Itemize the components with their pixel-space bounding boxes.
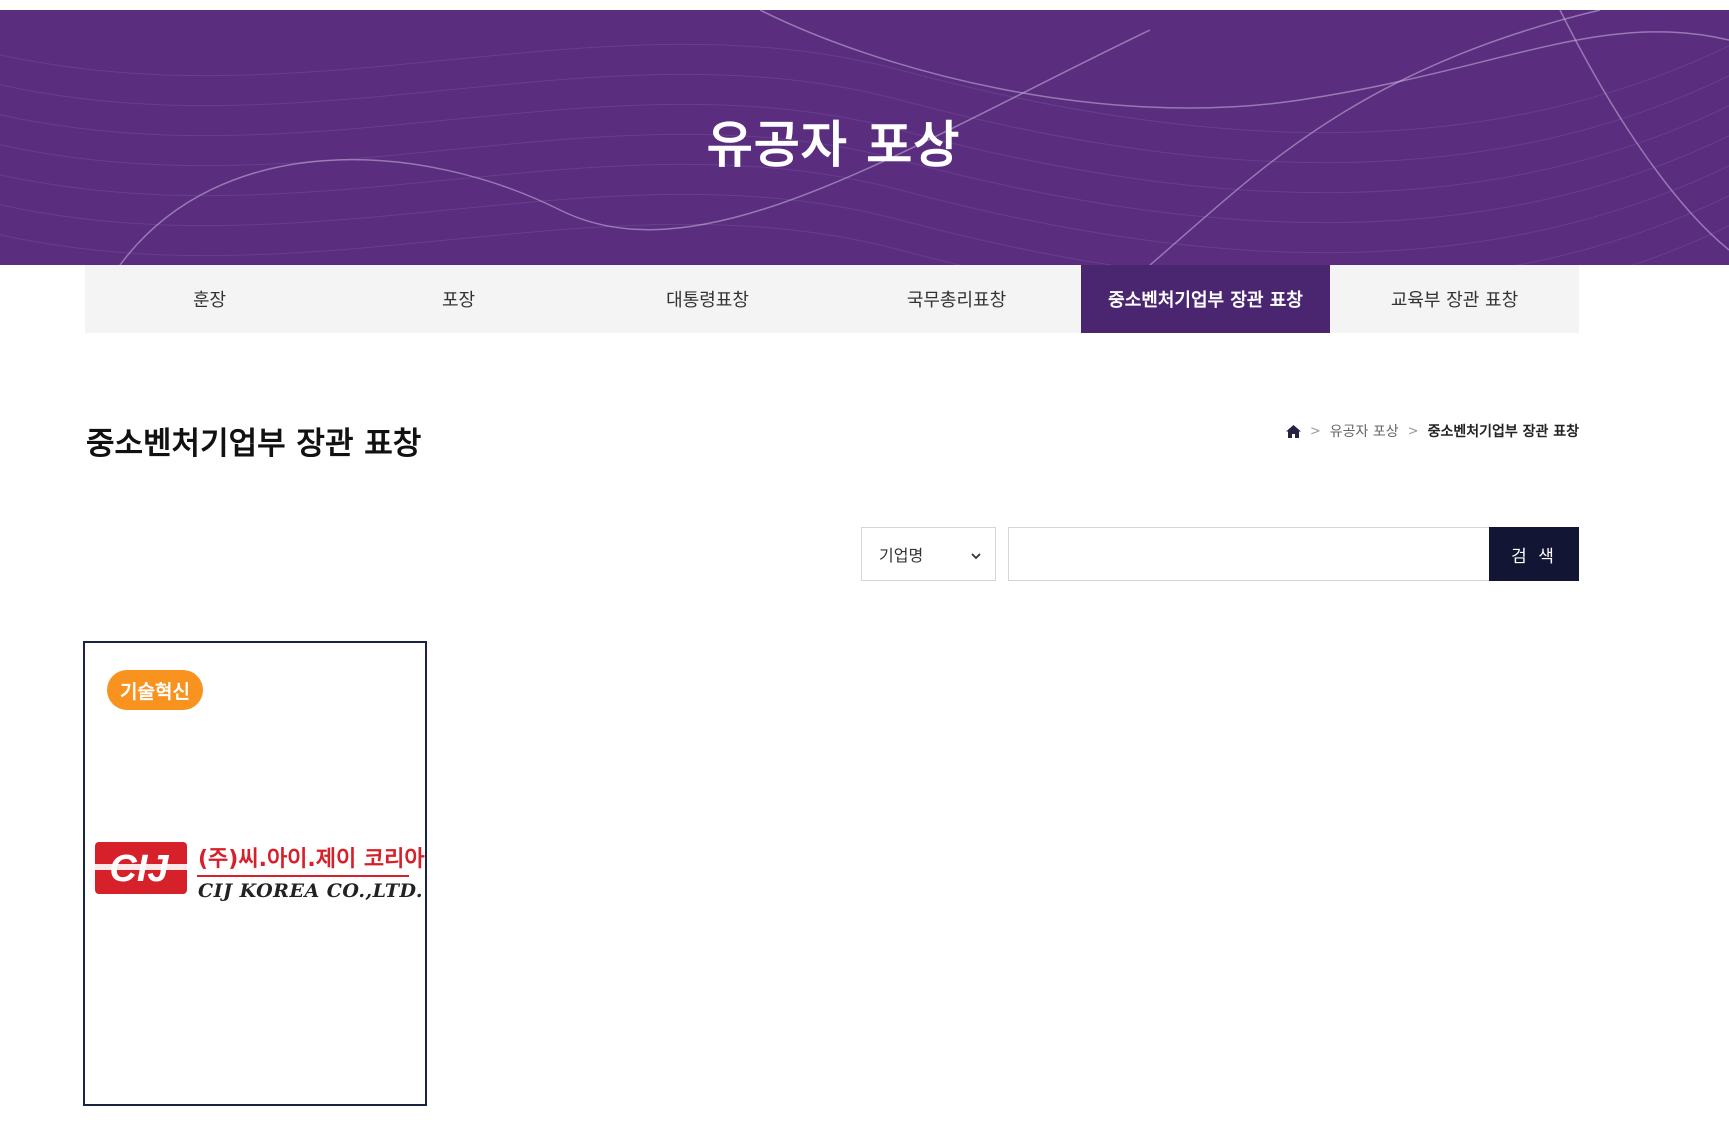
home-icon[interactable] <box>1285 424 1301 438</box>
search-button[interactable]: 검 색 <box>1489 527 1579 581</box>
company-logo: CIJ (주)씨.아이.제이 코리아 CIJ KOREA CO.,LTD. <box>95 842 425 913</box>
tab-decoration[interactable]: 포장 <box>334 265 583 333</box>
tab-education-minister-citation[interactable]: 교육부 장관 표창 <box>1330 265 1579 333</box>
search-input[interactable] <box>1008 527 1490 581</box>
breadcrumb: > 유공자 포상 > 중소벤처기업부 장관 표창 <box>1285 421 1579 441</box>
search-field-selected: 기업명 <box>879 546 924 565</box>
hero-title: 유공자 포상 <box>706 115 961 174</box>
company-name-english: CIJ KOREA CO.,LTD. <box>198 880 423 902</box>
category-badge: 기술혁신 <box>107 670 203 710</box>
company-card[interactable]: 기술혁신 CIJ (주)씨.아이.제이 코리아 CIJ KOREA CO.,LT… <box>83 641 427 1106</box>
hero-banner: 유공자 포상 <box>0 10 1729 265</box>
search-field-select[interactable]: 기업명 <box>861 527 996 581</box>
breadcrumb-level1[interactable]: 유공자 포상 <box>1330 421 1399 441</box>
award-tabs: 훈장 포장 대통령표창 국무총리표창 중소벤처기업부 장관 표창 교육부 장관 … <box>85 265 1579 333</box>
chevron-right-icon: > <box>1407 423 1419 439</box>
chevron-right-icon: > <box>1309 423 1321 439</box>
tab-medal[interactable]: 훈장 <box>85 265 334 333</box>
logo-divider <box>197 875 409 877</box>
tab-mss-minister-citation[interactable]: 중소벤처기업부 장관 표창 <box>1081 265 1330 333</box>
tab-presidential-citation[interactable]: 대통령표창 <box>583 265 832 333</box>
breadcrumb-current: 중소벤처기업부 장관 표창 <box>1427 424 1579 440</box>
cij-logo-mark: CIJ <box>95 842 187 894</box>
chevron-down-icon <box>971 545 981 564</box>
page-title: 중소벤처기업부 장관 표창 <box>86 426 422 462</box>
tab-prime-minister-citation[interactable]: 국무총리표창 <box>832 265 1081 333</box>
company-name-korean: (주)씨.아이.제이 코리아 <box>198 847 425 872</box>
